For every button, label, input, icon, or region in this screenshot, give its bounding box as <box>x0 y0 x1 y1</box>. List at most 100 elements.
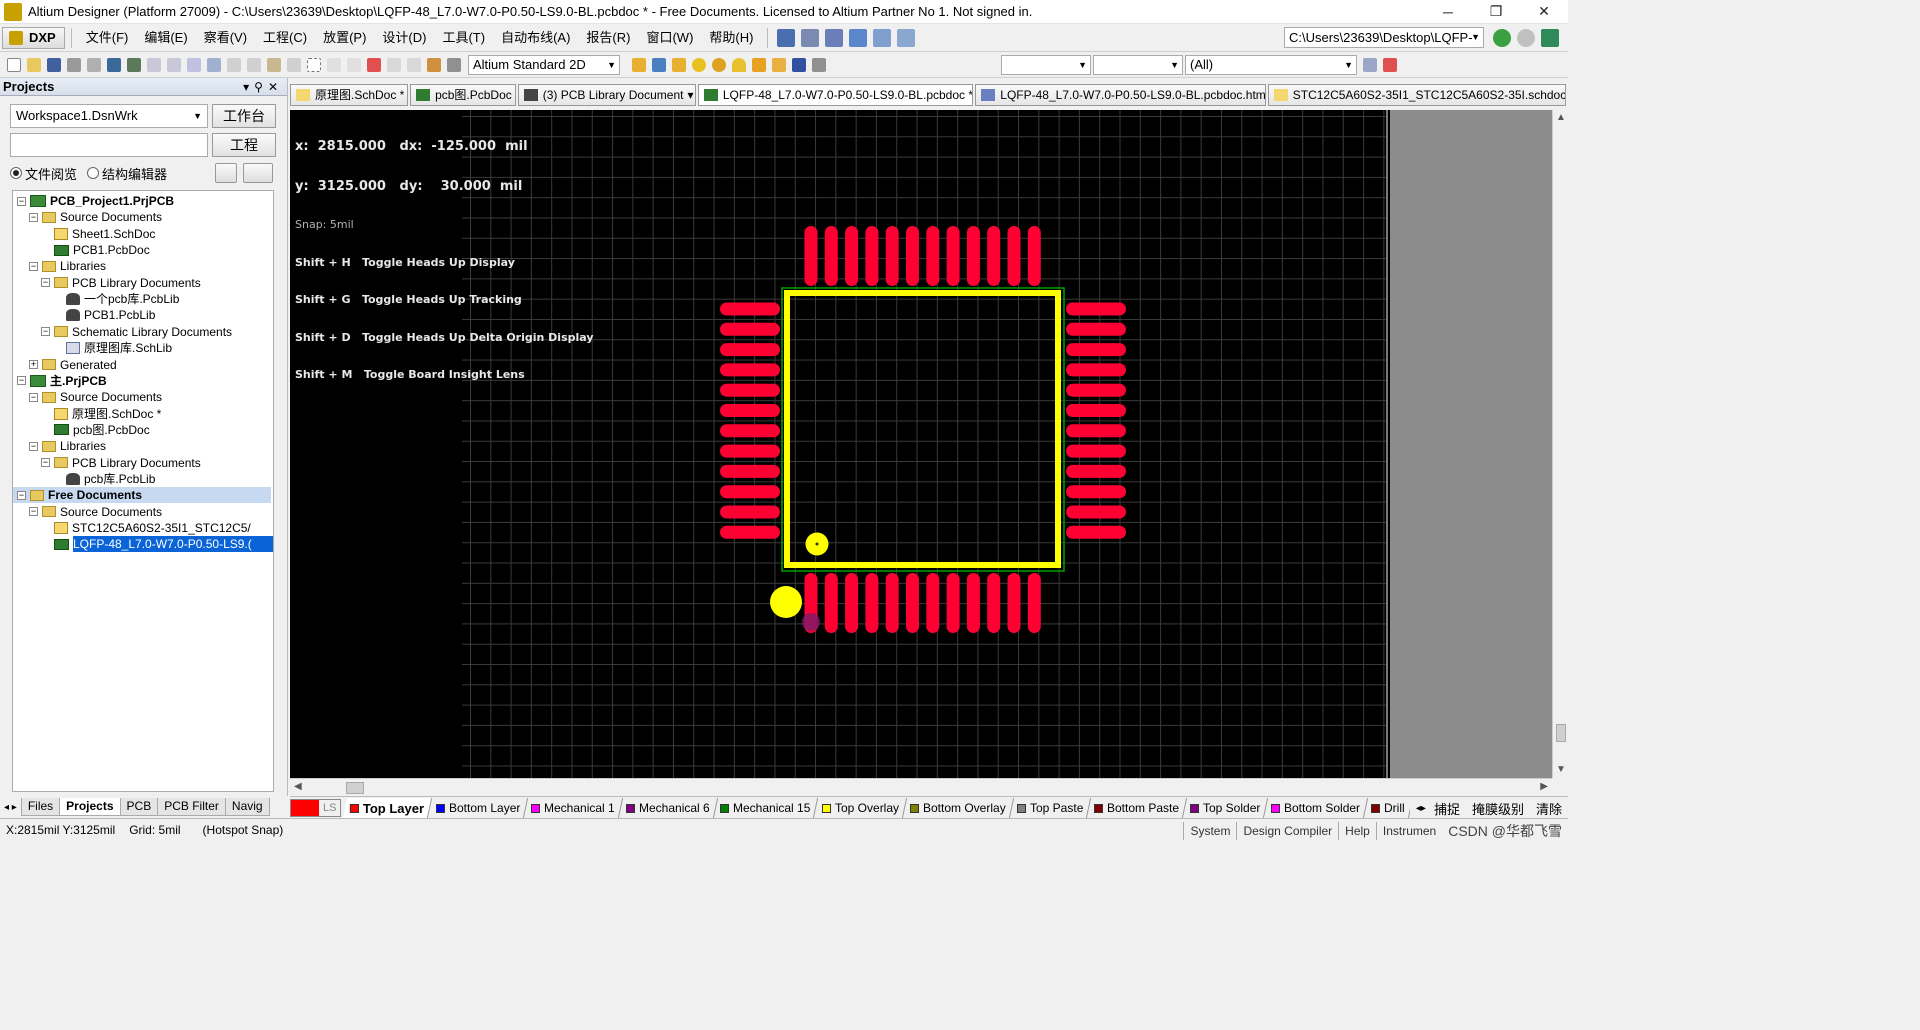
tree-item[interactable]: PCB1.PcbLib <box>13 307 271 323</box>
forward-icon[interactable] <box>1517 29 1535 47</box>
paste-icon[interactable] <box>267 57 281 72</box>
restore-button[interactable]: ❐ <box>1472 0 1520 24</box>
tree-item[interactable]: pcb图.PcbDoc <box>13 422 271 438</box>
zoom-area-icon[interactable] <box>167 57 181 72</box>
document-path-combo[interactable]: C:\Users\23639\Desktop\LQFP- ▼ <box>1284 27 1484 48</box>
collapse-icon[interactable]: − <box>29 392 38 402</box>
collapse-icon[interactable]: − <box>41 327 50 337</box>
tree-item[interactable]: 原理图.SchDoc * <box>13 406 271 422</box>
collapse-icon[interactable]: − <box>29 441 38 451</box>
menu-reports[interactable]: 报告(R) <box>578 24 638 52</box>
clear-button[interactable]: 清除 <box>1536 799 1562 818</box>
place-via-icon[interactable] <box>712 57 726 72</box>
horizontal-scroll-thumb[interactable] <box>346 782 364 794</box>
layer-tab[interactable]: Mechanical 15 <box>713 797 819 818</box>
snap-button[interactable]: 捕捉 <box>1434 799 1460 818</box>
current-layer-color[interactable]: LS <box>290 798 342 817</box>
vertical-scrollbar[interactable]: ▲ ▼ <box>1552 110 1568 778</box>
tree-item[interactable]: pcb库.PcbLib <box>13 471 271 487</box>
tree-item[interactable]: LQFP-48_L7.0-W7.0-P0.50-LS9.( <box>13 536 273 553</box>
menu-window[interactable]: 窗口(W) <box>638 24 701 52</box>
tree-item[interactable]: − Source Documents <box>13 209 271 225</box>
project-input[interactable] <box>10 133 208 157</box>
tab-navigator[interactable]: Navig <box>224 798 270 816</box>
text-tool-icon[interactable] <box>825 28 844 47</box>
collapse-icon[interactable]: − <box>17 196 26 206</box>
tab-pcb[interactable]: PCB <box>119 798 159 816</box>
tree-item[interactable]: − Source Documents <box>13 389 271 405</box>
tree-item[interactable]: − 主.PrjPCB <box>13 373 271 389</box>
document-tab[interactable]: pcb图.PcbDoc <box>410 84 516 106</box>
layer-scroll-icon[interactable]: ◂▸ <box>1416 803 1426 814</box>
tree-item[interactable]: 一个pcb库.PcbLib <box>13 291 271 307</box>
new-document-icon[interactable] <box>7 57 21 72</box>
collapse-icon[interactable]: − <box>41 278 50 288</box>
tree-item[interactable]: + Generated <box>13 357 271 373</box>
redo-icon[interactable] <box>407 57 421 72</box>
string-icon[interactable] <box>792 57 806 72</box>
radio-struct-editor[interactable] <box>87 167 100 179</box>
grid-tool-icon[interactable] <box>897 28 916 47</box>
view-mode-select[interactable]: Altium Standard 2D ▼ <box>468 54 620 75</box>
layer-tab[interactable]: Bottom Solder <box>1264 797 1369 818</box>
collapse-icon[interactable]: − <box>41 458 50 468</box>
pcb-canvas[interactable]: x: 2815.000 dx: -125.000 mil y: 3125.000… <box>290 110 1552 778</box>
open-folder-icon[interactable] <box>27 57 41 72</box>
align-tool-icon[interactable] <box>801 28 820 47</box>
help-panel-button[interactable]: Help <box>1338 821 1376 840</box>
device-sheet-icon[interactable] <box>127 57 141 72</box>
select-tool-icon[interactable] <box>777 28 796 47</box>
workspace-select[interactable]: Workspace1.DsnWrk ▼ <box>10 104 208 128</box>
tree-item[interactable]: − PCB Library Documents <box>13 275 271 291</box>
layer-tab[interactable]: Mechanical 6 <box>618 797 718 818</box>
project-button[interactable]: 工程 <box>212 133 276 157</box>
layer-tab[interactable]: Drill <box>1364 797 1414 818</box>
tree-item[interactable]: Sheet1.SchDoc <box>13 226 271 242</box>
panel-controls[interactable]: ▾⚲✕ <box>243 78 283 96</box>
tab-projects[interactable]: Projects <box>59 798 121 816</box>
clear-filter-icon[interactable] <box>367 57 381 72</box>
tree-item[interactable]: 原理图库.SchLib <box>13 340 271 356</box>
horizontal-scrollbar[interactable]: ◀ ▶ <box>290 778 1552 796</box>
filter-all-select[interactable]: (All) ▼ <box>1185 54 1357 75</box>
scroll-up-icon[interactable]: ▲ <box>1556 112 1566 123</box>
tree-item[interactable]: − PCB_Project1.PrjPCB <box>13 193 271 209</box>
place-pad-icon[interactable] <box>692 57 706 72</box>
print-icon[interactable] <box>67 57 81 72</box>
collapse-icon[interactable]: − <box>17 376 26 386</box>
collapse-icon[interactable]: − <box>17 490 26 500</box>
room-tool-icon[interactable] <box>873 28 892 47</box>
move-icon[interactable] <box>327 57 341 72</box>
workspace-button[interactable]: 工作台 <box>212 104 276 128</box>
tree-item[interactable]: STC12C5A60S2-35I1_STC12C5/ <box>13 520 271 536</box>
menu-autoroute[interactable]: 自动布线(A) <box>493 24 578 52</box>
chevron-down-icon[interactable]: ▾ <box>687 85 693 105</box>
open-document-icon[interactable] <box>243 163 273 183</box>
layer-tab[interactable]: Bottom Layer <box>428 797 529 818</box>
polygon-icon[interactable] <box>772 57 786 72</box>
scroll-down-icon[interactable]: ▼ <box>1556 764 1566 775</box>
radio-file-view[interactable] <box>10 167 22 179</box>
collapse-icon[interactable]: − <box>29 507 38 517</box>
cross-probe-icon[interactable] <box>427 57 441 72</box>
tree-item[interactable]: PCB1.PcbDoc <box>13 242 271 258</box>
document-tab[interactable]: LQFP-48_L7.0-W7.0-P0.50-LS9.0-BL.pcbdoc.… <box>975 84 1266 106</box>
multi-route-icon[interactable] <box>672 57 686 72</box>
menu-tools[interactable]: 工具(T) <box>434 24 493 52</box>
differential-pair-icon[interactable] <box>652 57 666 72</box>
class-filter-select[interactable]: ▼ <box>1093 54 1183 75</box>
tree-item[interactable]: − Libraries <box>13 438 271 454</box>
rubber-stamp-icon[interactable] <box>287 57 301 72</box>
tree-item[interactable]: − Source Documents <box>13 504 271 520</box>
dxp-menu[interactable]: DXP <box>2 26 65 49</box>
vertical-scroll-thumb[interactable] <box>1556 724 1566 742</box>
collapse-icon[interactable]: − <box>29 261 38 271</box>
distribute-tool-icon[interactable] <box>849 28 868 47</box>
expand-icon[interactable]: + <box>29 360 38 369</box>
cut-icon[interactable] <box>227 57 241 72</box>
arc-icon[interactable] <box>732 57 746 72</box>
document-tab[interactable]: LQFP-48_L7.0-W7.0-P0.50-LS9.0-BL.pcbdoc … <box>697 84 974 106</box>
copy-icon[interactable] <box>247 57 261 72</box>
instruments-panel-button[interactable]: Instrumen <box>1375 821 1442 840</box>
layer-tab[interactable]: Top Overlay <box>814 797 908 818</box>
